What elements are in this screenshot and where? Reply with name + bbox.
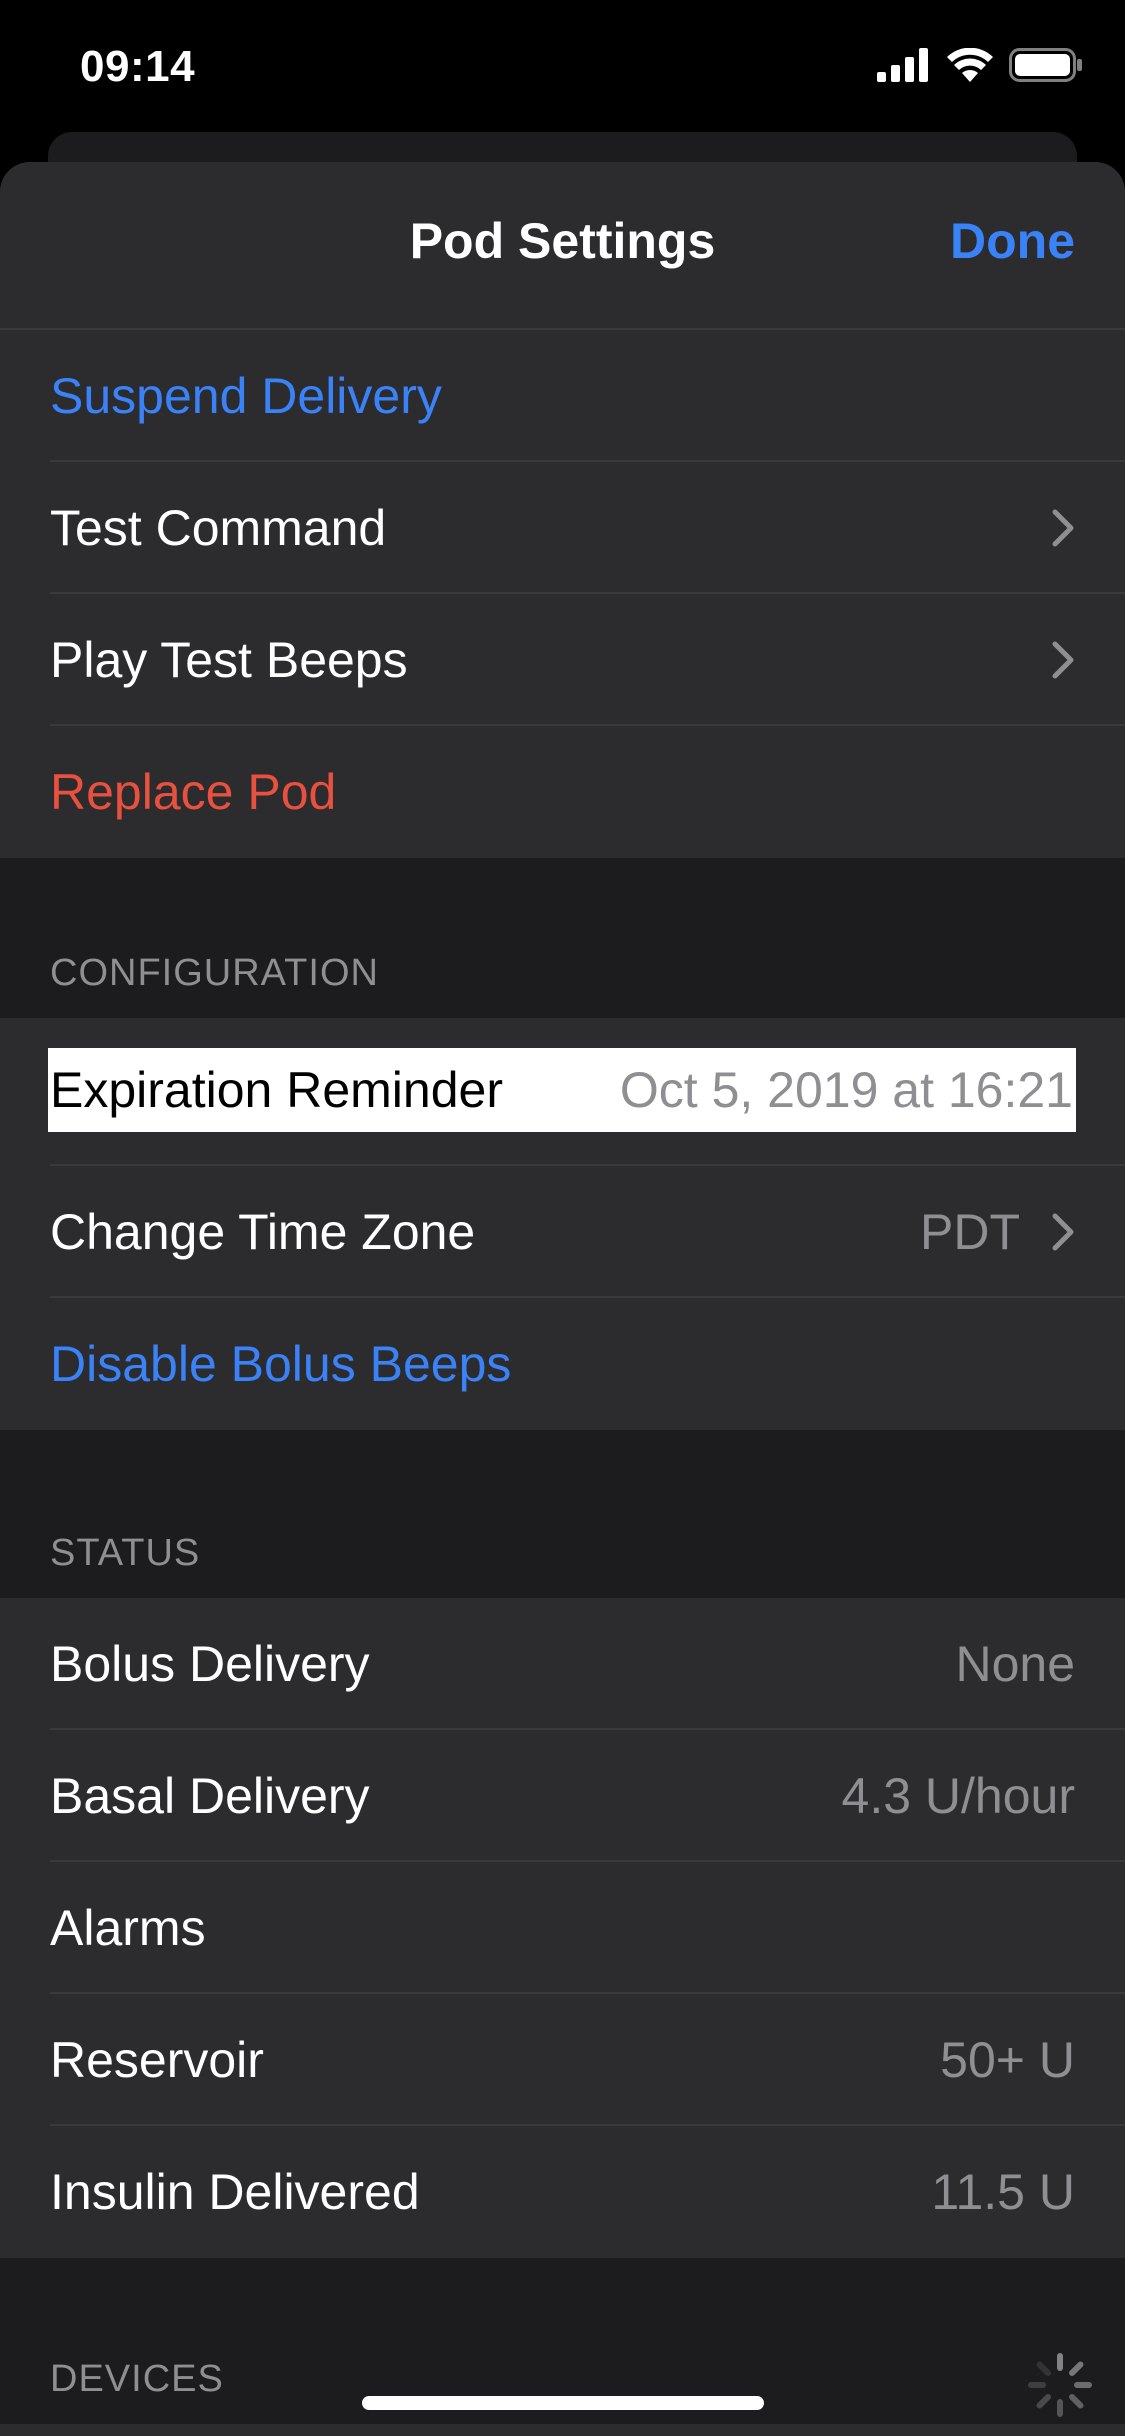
configuration-group: Expiration Reminder Oct 5, 2019 at 16:21… (0, 1018, 1125, 1430)
devices-section-header: DEVICES (50, 2358, 224, 2400)
navigation-bar: Pod Settings Done (0, 162, 1125, 330)
disable-bolus-beeps-button[interactable]: Disable Bolus Beeps (50, 1298, 511, 1430)
status-time: 09:14 (80, 42, 196, 91)
status-icons (877, 48, 1083, 82)
reservoir-value: 50+ U (940, 2032, 1075, 2088)
expiration-reminder-value[interactable]: Oct 5, 2019 at 16:21 (620, 1048, 1073, 1132)
bolus-delivery-row: Bolus Delivery None (0, 1598, 1125, 1730)
devices-group (0, 2424, 1125, 2436)
change-time-zone-label: Change Time Zone (50, 1204, 476, 1260)
insulin-delivered-value: 11.5 U (931, 2164, 1075, 2220)
disable-bolus-beeps-row[interactable]: Disable Bolus Beeps (0, 1298, 1125, 1430)
suspend-delivery-row[interactable]: Suspend Delivery (0, 330, 1125, 462)
play-test-beeps-row[interactable]: Play Test Beeps (0, 594, 1125, 726)
done-button[interactable]: Done (950, 212, 1075, 270)
alarms-row: Alarms (0, 1862, 1125, 1994)
chevron-right-icon (1052, 641, 1074, 679)
status-group: Bolus Delivery None Basal Delivery 4.3 U… (0, 1598, 1125, 2258)
basal-delivery-row: Basal Delivery 4.3 U/hour (0, 1730, 1125, 1862)
chevron-right-icon (1052, 509, 1074, 547)
chevron-right-icon (1052, 1213, 1074, 1251)
home-indicator[interactable] (362, 2396, 764, 2410)
reservoir-label: Reservoir (50, 2032, 264, 2088)
insulin-delivered-row: Insulin Delivered 11.5 U (0, 2126, 1125, 2258)
replace-pod-row[interactable]: Replace Pod (0, 726, 1125, 858)
bolus-delivery-value: None (955, 1636, 1075, 1692)
wifi-icon (947, 48, 993, 82)
expiration-reminder-row[interactable]: Expiration Reminder Oct 5, 2019 at 16:21 (0, 1018, 1125, 1166)
cellular-signal-icon (877, 48, 928, 82)
basal-delivery-label: Basal Delivery (50, 1768, 370, 1824)
replace-pod-button[interactable]: Replace Pod (50, 726, 336, 858)
test-command-row[interactable]: Test Command (0, 462, 1125, 594)
pod-settings-sheet: Pod Settings Done Suspend Delivery Test … (0, 162, 1125, 2436)
alarms-label: Alarms (50, 1900, 206, 1956)
time-zone-value: PDT (920, 1204, 1020, 1260)
bolus-delivery-label: Bolus Delivery (50, 1636, 370, 1692)
configuration-section-header: CONFIGURATION (50, 952, 379, 994)
status-section-header: STATUS (50, 1532, 201, 1574)
battery-icon (1009, 48, 1082, 82)
reservoir-row: Reservoir 50+ U (0, 1994, 1125, 2126)
expiration-reminder-label: Expiration Reminder (50, 1062, 503, 1118)
insulin-delivered-label: Insulin Delivered (50, 2164, 420, 2220)
suspend-delivery-button[interactable]: Suspend Delivery (50, 330, 442, 462)
test-command-label: Test Command (50, 500, 387, 556)
actions-group: Suspend Delivery Test Command Play Test … (0, 330, 1125, 858)
change-time-zone-row[interactable]: Change Time Zone PDT (0, 1166, 1125, 1298)
play-test-beeps-label: Play Test Beeps (50, 632, 408, 688)
status-bar: 09:14 (0, 0, 1125, 140)
loading-spinner-icon (1028, 2353, 1092, 2417)
basal-delivery-value: 4.3 U/hour (841, 1768, 1075, 1824)
